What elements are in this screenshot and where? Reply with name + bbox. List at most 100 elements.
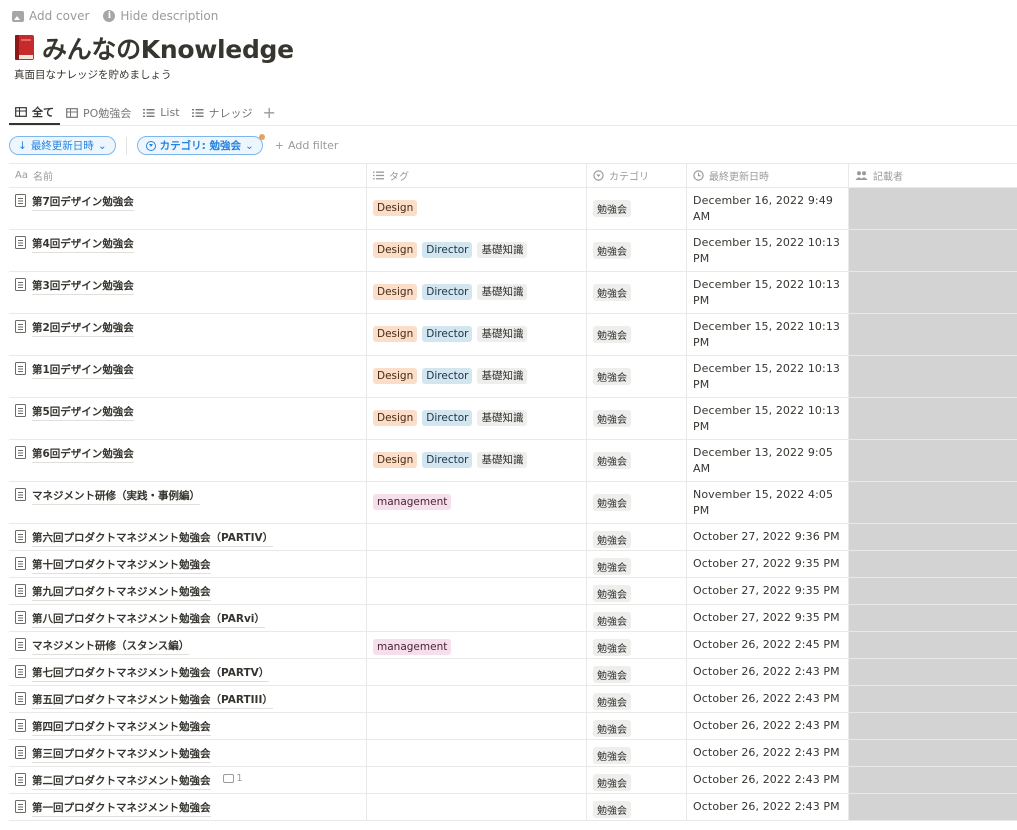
tab-knowledge[interactable]: ナレッジ xyxy=(186,100,259,125)
name-cell[interactable]: 第6回デザイン勉強会 xyxy=(9,440,366,481)
tags-cell-empty[interactable] xyxy=(366,659,586,685)
tags-cell[interactable]: Design Director 基礎知識 xyxy=(366,440,586,481)
category-cell[interactable]: 勉強会 xyxy=(586,740,686,766)
tags-cell-empty[interactable] xyxy=(366,794,586,820)
row-title[interactable]: 第八回プロダクトマネジメント勉強会（PARvi） xyxy=(32,611,265,628)
table-row[interactable]: マネジメント研修（実践・事例編） management 勉強会 November… xyxy=(9,482,1017,524)
category-cell[interactable]: 勉強会 xyxy=(586,659,686,685)
table-row[interactable]: 第2回デザイン勉強会 Design Director 基礎知識 勉強会 Decemb… xyxy=(9,314,1017,356)
name-cell[interactable]: 第1回デザイン勉強会 xyxy=(9,356,366,397)
author-cell-redacted[interactable] xyxy=(848,632,1017,658)
category-cell[interactable]: 勉強会 xyxy=(586,314,686,355)
author-cell-redacted[interactable] xyxy=(848,551,1017,577)
author-cell-redacted[interactable] xyxy=(848,356,1017,397)
row-title[interactable]: 第一回プロダクトマネジメント勉強会 xyxy=(32,800,211,817)
row-title[interactable]: 第三回プロダクトマネジメント勉強会 xyxy=(32,746,211,763)
row-title[interactable]: 第2回デザイン勉強会 xyxy=(32,320,134,337)
author-cell-redacted[interactable] xyxy=(848,578,1017,604)
tags-cell[interactable]: management xyxy=(366,632,586,658)
name-cell[interactable]: 第四回プロダクトマネジメント勉強会 xyxy=(9,713,366,739)
column-header-tags[interactable]: タグ xyxy=(366,164,586,187)
row-title[interactable]: 第四回プロダクトマネジメント勉強会 xyxy=(32,719,211,736)
author-cell-redacted[interactable] xyxy=(848,713,1017,739)
column-header-name[interactable]: Aa 名前 xyxy=(9,164,366,187)
author-cell-redacted[interactable] xyxy=(848,440,1017,481)
tags-cell-empty[interactable] xyxy=(366,686,586,712)
category-cell[interactable]: 勉強会 xyxy=(586,686,686,712)
tab-po-study[interactable]: PO勉強会 xyxy=(60,100,137,125)
name-cell[interactable]: マネジメント研修（実践・事例編） xyxy=(9,482,366,523)
add-filter-button[interactable]: + Add filter xyxy=(275,139,339,152)
category-cell[interactable]: 勉強会 xyxy=(586,524,686,550)
tags-cell-empty[interactable] xyxy=(366,605,586,631)
author-cell-redacted[interactable] xyxy=(848,398,1017,439)
tags-cell[interactable]: Design Director 基礎知識 xyxy=(366,314,586,355)
table-row[interactable]: 第7回デザイン勉強会 Design 勉強会 December 16, 2022 … xyxy=(9,188,1017,230)
row-title[interactable]: 第1回デザイン勉強会 xyxy=(32,362,134,379)
row-title[interactable]: 第6回デザイン勉強会 xyxy=(32,446,134,463)
category-cell[interactable]: 勉強会 xyxy=(586,398,686,439)
author-cell-redacted[interactable] xyxy=(848,230,1017,271)
tags-cell[interactable]: Design Director 基礎知識 xyxy=(366,398,586,439)
page-title[interactable]: みんなのKnowledge xyxy=(42,30,294,66)
column-header-author[interactable]: 記載者 xyxy=(848,164,1017,187)
row-title[interactable]: マネジメント研修（実践・事例編） xyxy=(32,488,200,505)
category-cell[interactable]: 勉強会 xyxy=(586,767,686,793)
category-cell[interactable]: 勉強会 xyxy=(586,605,686,631)
tags-cell-empty[interactable] xyxy=(366,713,586,739)
category-cell[interactable]: 勉強会 xyxy=(586,440,686,481)
author-cell-redacted[interactable] xyxy=(848,659,1017,685)
row-title[interactable]: 第7回デザイン勉強会 xyxy=(32,194,134,211)
name-cell[interactable]: 第5回デザイン勉強会 xyxy=(9,398,366,439)
sort-chip[interactable]: ↓ 最終更新日時 ⌄ xyxy=(9,136,116,155)
table-row[interactable]: 第八回プロダクトマネジメント勉強会（PARvi） 勉強会 October 27,… xyxy=(9,605,1017,632)
row-title[interactable]: 第七回プロダクトマネジメント勉強会（PARTV） xyxy=(32,665,270,682)
table-row[interactable]: 第九回プロダクトマネジメント勉強会 勉強会 October 27, 2022 9… xyxy=(9,578,1017,605)
row-title[interactable]: マネジメント研修（スタンス編） xyxy=(32,638,190,655)
tags-cell-empty[interactable] xyxy=(366,740,586,766)
category-cell[interactable]: 勉強会 xyxy=(586,230,686,271)
column-header-updated[interactable]: 最終更新日時 xyxy=(686,164,848,187)
row-title[interactable]: 第九回プロダクトマネジメント勉強会 xyxy=(32,584,211,601)
tags-cell[interactable]: Design Director 基礎知識 xyxy=(366,272,586,313)
table-row[interactable]: 第二回プロダクトマネジメント勉強会 1 勉強会 October 26, 2022 … xyxy=(9,767,1017,794)
category-cell[interactable]: 勉強会 xyxy=(586,713,686,739)
tags-cell-empty[interactable] xyxy=(366,767,586,793)
name-cell[interactable]: 第六回プロダクトマネジメント勉強会（PARTIV） xyxy=(9,524,366,550)
tab-list[interactable]: List xyxy=(137,100,185,125)
comment-indicator[interactable]: 1 xyxy=(222,773,243,784)
name-cell[interactable]: 第五回プロダクトマネジメント勉強会（PARTIII） xyxy=(9,686,366,712)
author-cell-redacted[interactable] xyxy=(848,740,1017,766)
table-row[interactable]: 第6回デザイン勉強会 Design Director 基礎知識 勉強会 Decemb… xyxy=(9,440,1017,482)
category-cell[interactable]: 勉強会 xyxy=(586,272,686,313)
author-cell-redacted[interactable] xyxy=(848,794,1017,820)
name-cell[interactable]: 第九回プロダクトマネジメント勉強会 xyxy=(9,578,366,604)
tags-cell[interactable]: management xyxy=(366,482,586,523)
category-cell[interactable]: 勉強会 xyxy=(586,632,686,658)
category-cell[interactable]: 勉強会 xyxy=(586,356,686,397)
table-row[interactable]: 第四回プロダクトマネジメント勉強会 勉強会 October 26, 2022 2… xyxy=(9,713,1017,740)
category-filter-chip[interactable]: カテゴリ: 勉強会 ⌄ xyxy=(136,134,265,155)
tags-cell[interactable]: Design Director 基礎知識 xyxy=(366,356,586,397)
table-row[interactable]: マネジメント研修（スタンス編） management 勉強会 October 2… xyxy=(9,632,1017,659)
table-row[interactable]: 第七回プロダクトマネジメント勉強会（PARTV） 勉強会 October 26,… xyxy=(9,659,1017,686)
row-title[interactable]: 第4回デザイン勉強会 xyxy=(32,236,134,253)
row-title[interactable]: 第5回デザイン勉強会 xyxy=(32,404,134,421)
tags-cell[interactable]: Design Director 基礎知識 xyxy=(366,230,586,271)
tab-all[interactable]: 全て xyxy=(9,100,60,125)
category-cell[interactable]: 勉強会 xyxy=(586,551,686,577)
name-cell[interactable]: 第八回プロダクトマネジメント勉強会（PARvi） xyxy=(9,605,366,631)
tags-cell-empty[interactable] xyxy=(366,524,586,550)
table-row[interactable]: 第5回デザイン勉強会 Design Director 基礎知識 勉強会 Decemb… xyxy=(9,398,1017,440)
name-cell[interactable]: 第3回デザイン勉強会 xyxy=(9,272,366,313)
category-cell[interactable]: 勉強会 xyxy=(586,482,686,523)
table-row[interactable]: 第十回プロダクトマネジメント勉強会 勉強会 October 27, 2022 9… xyxy=(9,551,1017,578)
category-cell[interactable]: 勉強会 xyxy=(586,188,686,229)
author-cell-redacted[interactable] xyxy=(848,605,1017,631)
table-row[interactable]: 第六回プロダクトマネジメント勉強会（PARTIV） 勉強会 October 27… xyxy=(9,524,1017,551)
row-title[interactable]: 第十回プロダクトマネジメント勉強会 xyxy=(32,557,211,574)
table-row[interactable]: 第1回デザイン勉強会 Design Director 基礎知識 勉強会 Decemb… xyxy=(9,356,1017,398)
author-cell-redacted[interactable] xyxy=(848,524,1017,550)
author-cell-redacted[interactable] xyxy=(848,686,1017,712)
author-cell-redacted[interactable] xyxy=(848,188,1017,229)
